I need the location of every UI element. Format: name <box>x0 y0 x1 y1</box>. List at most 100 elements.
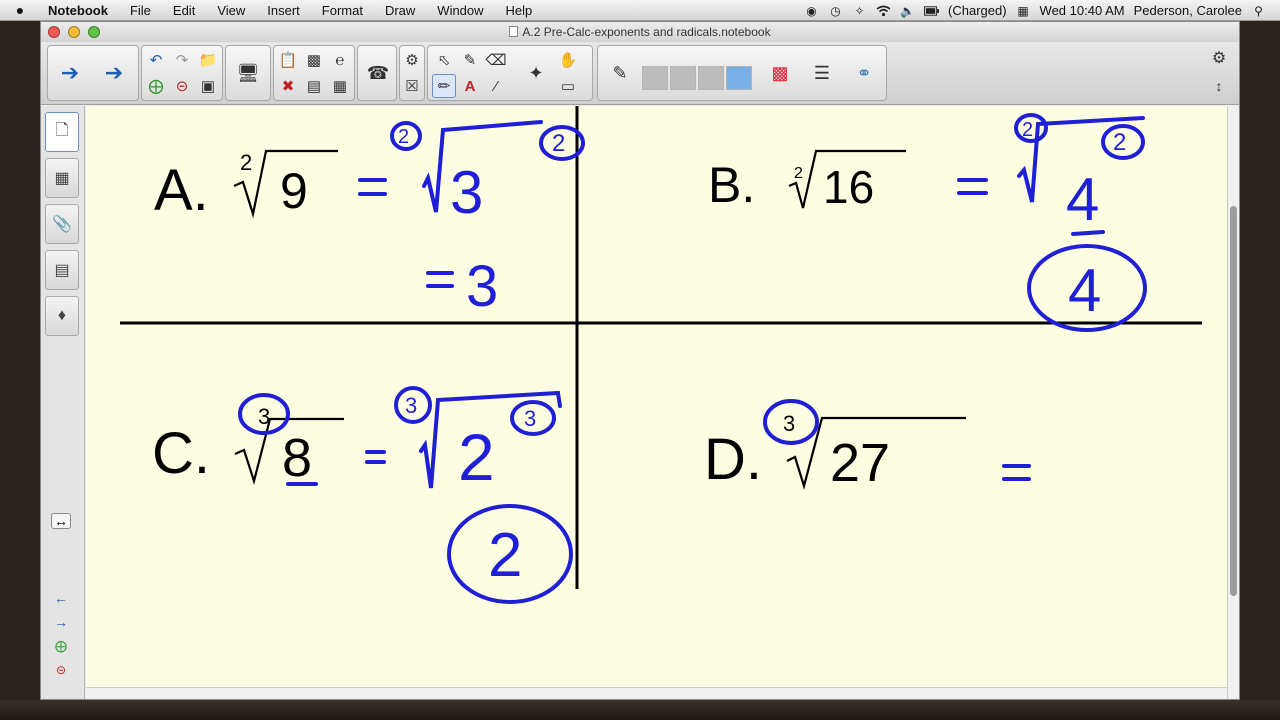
document-camera-icon[interactable]: ☎ <box>360 49 396 97</box>
label-a: A. <box>154 158 209 223</box>
previous-page-button[interactable]: ➔ <box>52 49 88 97</box>
user-name[interactable]: Pederson, Carolee <box>1134 3 1242 18</box>
menu-edit[interactable]: Edit <box>162 3 206 18</box>
side-add-page-icon[interactable]: ⨁ <box>51 638 71 654</box>
screen-capture-icon[interactable]: ▩ <box>302 48 326 72</box>
label-b: B. <box>708 157 755 213</box>
line-style-swatch-4[interactable] <box>726 66 752 90</box>
menu-help[interactable]: Help <box>495 3 544 18</box>
menu-view[interactable]: View <box>206 3 256 18</box>
side-previous-page-icon[interactable]: ← <box>51 590 71 606</box>
tools-group: ⚙ ☒ <box>399 45 425 101</box>
delete-icon[interactable]: ✖ <box>276 74 300 98</box>
line-icon[interactable]: ⁄ <box>484 74 508 98</box>
text-icon[interactable]: A <box>458 74 482 98</box>
document-icon <box>509 26 519 37</box>
undo-icon[interactable]: ↶ <box>144 48 168 72</box>
page-sorter-tab[interactable]: 🗋 <box>45 112 79 152</box>
add-page-icon[interactable]: ⨁ <box>144 74 168 98</box>
work-exponent-b: 2 <box>1113 129 1126 156</box>
eraser-icon[interactable]: ⌫ <box>484 48 508 72</box>
redo-icon[interactable]: ↷ <box>170 48 194 72</box>
menu-insert[interactable]: Insert <box>256 3 311 18</box>
paste-icon[interactable]: 📋 <box>276 48 300 72</box>
result-b: 4 <box>1068 257 1101 324</box>
text-tool-icon[interactable]: ℮ <box>328 48 352 72</box>
bluetooth-icon[interactable]: ✧ <box>852 4 867 18</box>
camera-group: ☎ <box>357 45 397 101</box>
gallery-icon: ▦ <box>54 170 70 187</box>
index-b: 2 <box>794 165 803 182</box>
menu-file[interactable]: File <box>119 3 162 18</box>
work-base-b: 4 <box>1066 166 1099 233</box>
toolbar-position-icon[interactable]: ↕ <box>1207 74 1231 98</box>
desktop-background <box>0 700 1280 720</box>
save-icon[interactable]: ▣ <box>196 74 220 98</box>
line-width-icon[interactable]: ☰ <box>804 49 840 97</box>
notebook-page[interactable]: A. 2 9 2 3 2 3 B. 2 16 2 4 2 4 C. 3 8 3 … <box>86 106 1227 687</box>
work-base-c: 2 <box>458 420 495 494</box>
toolbar: ➔ ➔ ↶ ↷ 📁 ⨁ ⊝ ▣ 🖥 📋 ▩ ℮ ✖ ▤ ▦ ☎ ⚙ ☒ ⬁ ✎ … <box>41 42 1239 105</box>
delete-page-icon[interactable]: ⊝ <box>170 74 194 98</box>
work-d <box>763 399 1031 481</box>
label-d: D. <box>704 427 762 492</box>
wifi-icon[interactable] <box>876 4 891 18</box>
fill-icon[interactable]: ✋ <box>556 48 580 72</box>
menu-app[interactable]: Notebook <box>40 3 119 18</box>
menu-window[interactable]: Window <box>426 3 494 18</box>
magic-pen-icon[interactable]: ✦ <box>518 49 554 97</box>
screen-shade-icon[interactable]: ▤ <box>302 74 326 98</box>
properties-tab[interactable]: ▤ <box>45 250 79 290</box>
side-next-page-icon[interactable]: → <box>51 614 71 630</box>
apple-icon[interactable]: ● <box>0 2 40 18</box>
spotlight-icon[interactable]: ⚲ <box>1251 4 1266 18</box>
menu-draw[interactable]: Draw <box>374 3 426 18</box>
pen-icon[interactable]: ✎ <box>458 48 482 72</box>
edit-group: ↶ ↷ 📁 ⨁ ⊝ ▣ <box>141 45 223 101</box>
side-tab-bar: 🗋 ▦ 📎 ▤ ♦ ↔ ← → ⨁ ⊝ <box>41 106 85 699</box>
status-icon[interactable]: ◉ <box>804 4 819 18</box>
radicand-d: 27 <box>830 433 890 493</box>
radicand-c: 8 <box>282 428 312 488</box>
menu-format[interactable]: Format <box>311 3 374 18</box>
addons-tab[interactable]: ♦ <box>45 296 79 336</box>
work-exponent-a: 2 <box>552 130 565 157</box>
work-index-c: 3 <box>405 393 417 418</box>
vertical-scrollbar[interactable] <box>1227 106 1239 699</box>
page-drawing: A. 2 9 2 3 2 3 B. 2 16 2 4 2 4 C. 3 8 3 … <box>120 106 1202 604</box>
line-style-swatch-3[interactable] <box>698 66 724 90</box>
time-machine-icon[interactable]: ◷ <box>828 4 843 18</box>
gallery-tab[interactable]: ▦ <box>45 158 79 198</box>
keyboard-viewer-icon[interactable]: ▦ <box>1016 4 1031 18</box>
settings-icon[interactable]: ⚙ <box>1207 46 1231 70</box>
color-palette-icon[interactable]: ▩ <box>762 49 798 97</box>
line-style-swatch-1[interactable] <box>642 66 668 90</box>
side-delete-page-icon[interactable]: ⊝ <box>51 662 71 678</box>
clock[interactable]: Wed 10:40 AM <box>1040 3 1125 18</box>
next-page-button[interactable]: ➔ <box>96 49 132 97</box>
transparency-icon[interactable]: ⚭ <box>846 49 882 97</box>
line-style-swatch-2[interactable] <box>670 66 696 90</box>
battery-icon[interactable] <box>924 4 940 18</box>
close-tools-icon[interactable]: ☒ <box>400 74 424 98</box>
select-arrow-icon[interactable]: ⬁ <box>432 48 456 72</box>
attachments-tab[interactable]: 📎 <box>45 204 79 244</box>
volume-icon[interactable]: 🔈 <box>900 4 915 18</box>
paperclip-icon: 📎 <box>52 216 72 233</box>
pen-properties-icon[interactable]: ✎ <box>602 49 638 97</box>
index-a: 2 <box>240 150 252 175</box>
full-screen-icon[interactable]: 🖥 <box>230 49 266 97</box>
magic-tool-icon[interactable]: ⚙ <box>400 48 424 72</box>
work-exponent-c: 3 <box>524 406 536 431</box>
table-icon[interactable]: ▦ <box>328 74 352 98</box>
creative-pen-icon[interactable]: ✏ <box>432 74 456 98</box>
draw-tools-group: ⬁ ✎ ⌫ ✏ A ⁄ ✦ ✋ ▭ <box>427 45 593 101</box>
display-group: 🖥 <box>225 45 271 101</box>
index-d: 3 <box>783 411 795 436</box>
open-folder-icon[interactable]: 📁 <box>196 48 220 72</box>
auto-hide-icon[interactable]: ↔ <box>51 513 71 529</box>
shape-recognition-icon[interactable]: ▭ <box>556 74 580 98</box>
properties-icon: ▤ <box>54 262 70 279</box>
scroll-thumb[interactable] <box>1230 206 1237 596</box>
work-index-a: 2 <box>398 126 409 148</box>
